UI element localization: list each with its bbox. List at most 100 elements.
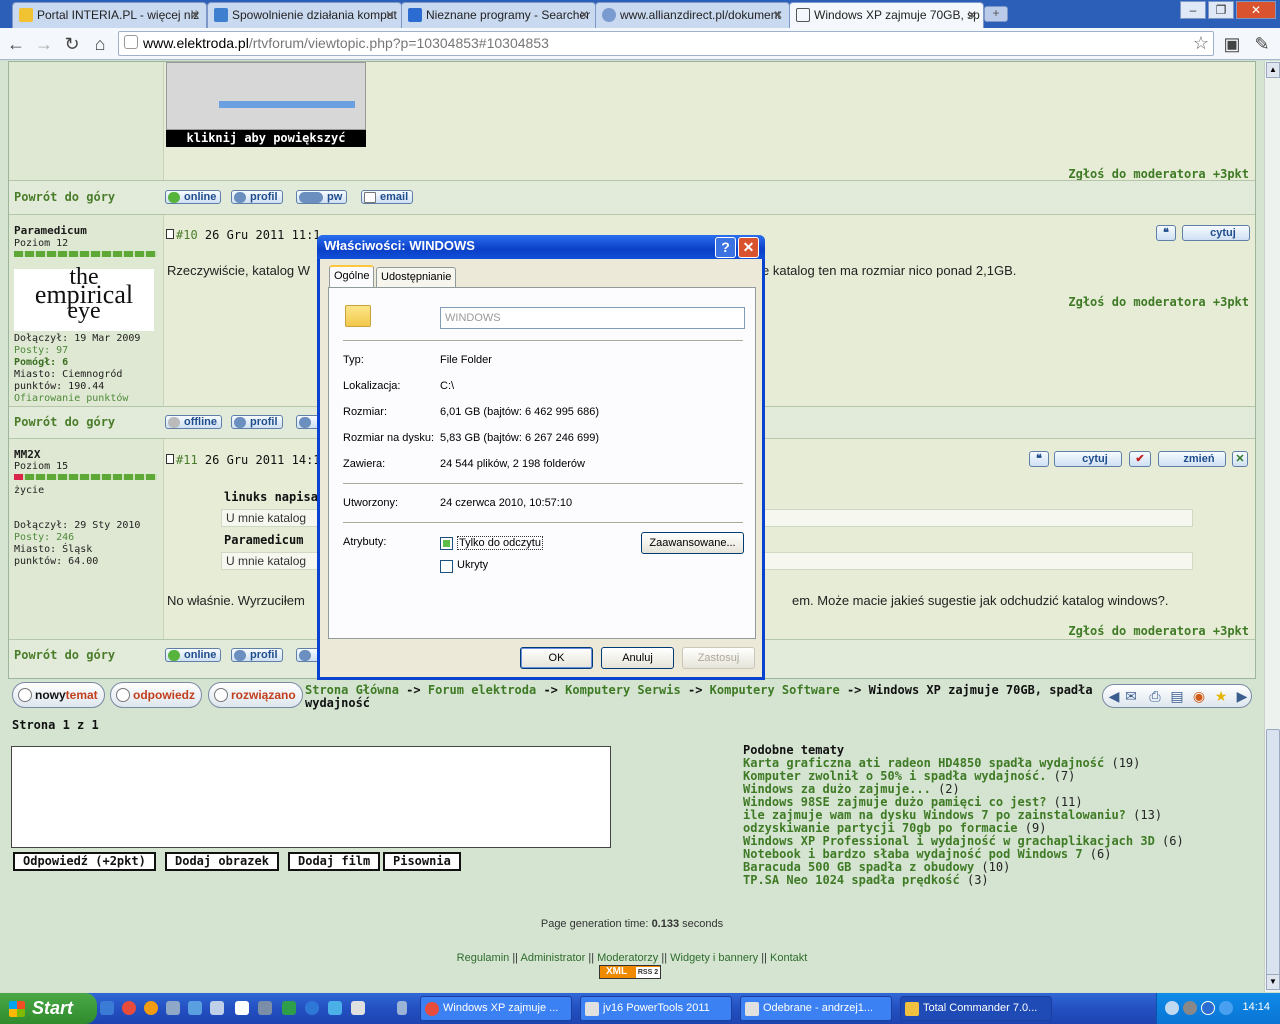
submit-reply-button[interactable]: Odpowiedź (+2pkt) xyxy=(13,852,156,871)
profile-button[interactable]: profil xyxy=(231,190,283,204)
post2-donate-link[interactable]: Ofiarowanie punktów xyxy=(14,393,128,405)
print-icon[interactable]: ⎙ xyxy=(1147,688,1163,704)
wrench-menu-icon[interactable]: ✎ xyxy=(1250,32,1274,56)
online-status-button[interactable]: online xyxy=(165,190,222,204)
advanced-button[interactable]: Zaawansowane... xyxy=(641,532,744,554)
post2-username[interactable]: Paramedicum xyxy=(14,224,87,237)
info-icon[interactable] xyxy=(1201,1001,1215,1015)
task-inbox[interactable]: Odebrane - andrzej1... xyxy=(740,996,892,1021)
pw-button[interactable]: pw xyxy=(296,190,348,204)
hidden-checkbox[interactable] xyxy=(440,560,453,573)
report-moderator-link[interactable]: Zgłoś do moderatora +3pkt xyxy=(1068,295,1249,309)
app-icon[interactable] xyxy=(328,1001,342,1015)
show-desktop-icon[interactable] xyxy=(100,1001,114,1015)
edit-button[interactable]: zmień xyxy=(1158,451,1226,467)
favorite-star-icon[interactable]: ★ xyxy=(1213,688,1229,704)
breadcrumb-serwis[interactable]: Komputery Serwis xyxy=(565,683,681,697)
spellcheck-button[interactable]: Pisownia xyxy=(383,852,461,871)
app-icon[interactable] xyxy=(258,1001,272,1015)
tab-sharing[interactable]: Udostępnianie xyxy=(376,267,457,287)
help-icon[interactable]: ? xyxy=(715,237,736,258)
security-icon[interactable] xyxy=(1183,1001,1197,1015)
footer-kontakt[interactable]: Kontakt xyxy=(770,952,807,964)
browser-tab-spowolnienie[interactable]: Spowolnienie działania komput ✕ xyxy=(207,2,402,28)
dialog-titlebar[interactable]: Właściwości: WINDOWS ? ✕ xyxy=(317,235,765,259)
prev-arrow-icon[interactable]: ◀ xyxy=(1106,688,1122,704)
word-icon[interactable] xyxy=(235,1001,249,1015)
tab-general[interactable]: Ogólne xyxy=(329,265,375,288)
email-button[interactable]: email xyxy=(361,190,414,204)
post2-posts[interactable]: Posty: 97 xyxy=(14,345,68,357)
home-icon[interactable]: ⌂ xyxy=(88,32,112,56)
report-moderator-link[interactable]: Zgłoś do moderatora +3pkt xyxy=(1068,167,1249,181)
multiquote-icon[interactable]: ❝ xyxy=(1029,451,1049,467)
back-to-top-link[interactable]: Powrót do góry xyxy=(14,190,115,204)
enlarge-caption[interactable]: kliknij aby powiększyć xyxy=(166,130,366,147)
apply-button[interactable]: Zastosuj xyxy=(682,647,755,669)
hidden-label[interactable]: Ukryty xyxy=(457,559,488,571)
restore-icon[interactable]: ❐ xyxy=(1208,1,1234,19)
back-arrow-icon[interactable]: ← xyxy=(4,32,28,56)
reply-button[interactable]: odpowiedz xyxy=(110,682,202,708)
footer-moderatorzy[interactable]: Moderatorzy xyxy=(597,952,658,964)
back-to-top-link[interactable]: Powrót do góry xyxy=(14,648,115,662)
new-tab-button[interactable]: + xyxy=(984,6,1008,22)
post3-posts[interactable]: Posty: 246 xyxy=(14,532,74,544)
next-arrow-icon[interactable]: ▶ xyxy=(1234,688,1250,704)
reload-icon[interactable]: ↻ xyxy=(60,32,84,56)
readonly-label[interactable]: Tylko do odczytu xyxy=(457,536,543,550)
save-icon[interactable]: ▤ xyxy=(1169,688,1185,704)
cancel-button[interactable]: Anuluj xyxy=(601,647,674,669)
quote-button[interactable]: cytuj xyxy=(1182,225,1250,241)
profile-button[interactable]: profil xyxy=(231,648,283,662)
quick-reply-textarea[interactable] xyxy=(11,746,611,848)
close-icon[interactable]: ✕ xyxy=(738,237,759,258)
similar-topic-item[interactable]: TP.SA Neo 1024 spadła prędkość (3) xyxy=(743,874,1223,887)
app-icon[interactable] xyxy=(166,1001,180,1015)
bookmark-star-icon[interactable]: ☆ xyxy=(1193,33,1209,54)
browser-tab-active[interactable]: Windows XP zajmuje 70GB, sp ✕ xyxy=(789,2,984,29)
tab-close-icon[interactable]: ✕ xyxy=(579,3,589,27)
scroll-down-arrow-icon[interactable]: ▼ xyxy=(1266,974,1280,990)
folder-name-field[interactable]: WINDOWS xyxy=(440,307,745,329)
browser-tab-interia[interactable]: Portal INTERIA.PL - więcej niż ✕ xyxy=(12,2,207,28)
taskbar-expand-icon[interactable] xyxy=(397,1001,407,1015)
footer-regulamin[interactable]: Regulamin xyxy=(457,952,510,964)
back-to-top-link[interactable]: Powrót do góry xyxy=(14,415,115,429)
app-icon[interactable] xyxy=(351,1001,365,1015)
post3-username[interactable]: MM2X xyxy=(14,448,41,461)
excel-icon[interactable] xyxy=(282,1001,296,1015)
camera-extension-icon[interactable]: ▣ xyxy=(1220,32,1244,56)
browser-tab-allianz[interactable]: www.allianzdirect.pl/dokument ✕ xyxy=(595,2,790,28)
scroll-up-arrow-icon[interactable]: ▲ xyxy=(1266,62,1280,78)
app-icon[interactable] xyxy=(188,1001,202,1015)
offline-status-button[interactable]: offline xyxy=(165,415,222,429)
chrome-icon[interactable] xyxy=(122,1001,136,1015)
firefox-icon[interactable] xyxy=(144,1001,158,1015)
browser-tab-searcher[interactable]: Nieznane programy - Searcher ✕ xyxy=(401,2,596,28)
breadcrumb-software[interactable]: Komputery Software xyxy=(710,683,840,697)
task-total-commander[interactable]: Total Commander 7.0... xyxy=(900,996,1052,1021)
report-moderator-link[interactable]: Zgłoś do moderatora +3pkt xyxy=(1068,624,1249,638)
ie-icon[interactable] xyxy=(305,1001,319,1015)
footer-administrator[interactable]: Administrator xyxy=(521,952,586,964)
breadcrumb-home[interactable]: Strona Główna xyxy=(305,683,399,697)
network-icon[interactable] xyxy=(1165,1001,1179,1015)
screenshot-thumbnail[interactable] xyxy=(166,62,366,130)
rss-feed-badge[interactable]: XML RSS 2 xyxy=(599,965,661,979)
solved-button[interactable]: rozwiązano xyxy=(208,682,303,708)
tab-close-icon[interactable]: ✕ xyxy=(385,3,395,27)
delete-x-icon[interactable]: ✕ xyxy=(1232,451,1248,467)
window-close-icon[interactable]: ✕ xyxy=(1236,1,1276,19)
tab-close-icon[interactable]: ✕ xyxy=(190,3,200,27)
app-icon[interactable] xyxy=(210,1001,224,1015)
email-topic-icon[interactable]: ✉ xyxy=(1123,688,1139,704)
task-chrome[interactable]: Windows XP zajmuje ... xyxy=(420,996,572,1021)
tab-close-icon[interactable]: ✕ xyxy=(773,3,783,27)
accept-check-icon[interactable]: ✔ xyxy=(1129,451,1151,467)
tab-close-icon[interactable]: ✕ xyxy=(967,3,977,27)
quote-button[interactable]: cytuj xyxy=(1054,451,1122,467)
readonly-checkbox[interactable] xyxy=(440,537,453,550)
forward-arrow-icon[interactable]: → xyxy=(32,32,56,56)
scrollbar-thumb[interactable] xyxy=(1266,729,1280,989)
